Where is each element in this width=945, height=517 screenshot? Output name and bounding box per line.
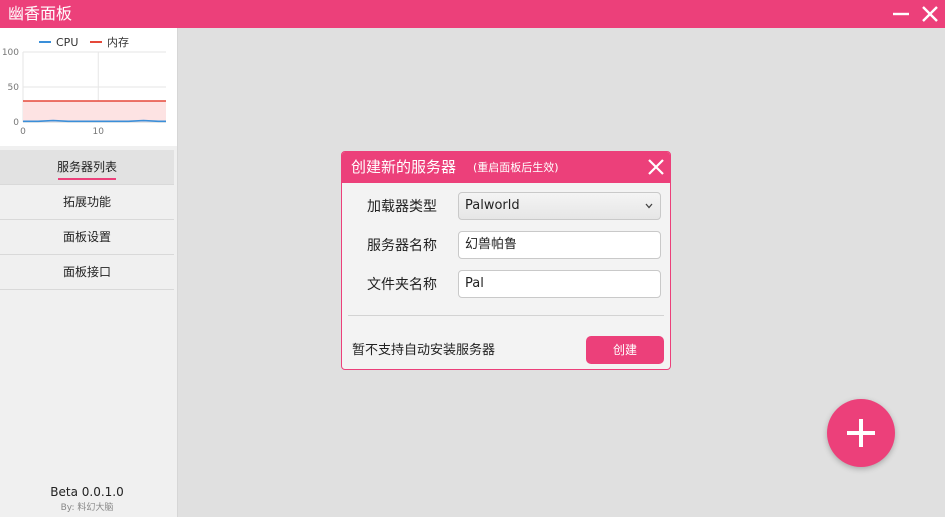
series-area [23,101,166,122]
folder-name-label: 文件夹名称 [367,277,437,293]
y-tick-label: 50 [8,83,20,93]
title-bar: 幽香面板 [0,0,945,28]
close-icon [648,159,664,175]
server-name-label: 服务器名称 [367,238,437,254]
version-label: Beta 0.0.1.0 [50,485,124,499]
dialog-divider [348,315,664,316]
usage-chart-svg: 100 50 00 10 CPU 内存 [2,35,166,137]
server-name-input[interactable]: 幻兽帕鲁 [458,231,661,259]
sidebar-item-label: 服务器列表 [56,160,117,174]
minimize-icon [893,12,909,16]
loader-type-value: Palworld [465,198,520,213]
sidebar-item-label: 面板接口 [62,265,111,279]
series-line [23,119,166,123]
sidebar-item-label: 拓展功能 [62,195,111,209]
y-tick-label: 100 [2,48,19,58]
dialog-close-button[interactable] [645,156,667,178]
loader-type-select[interactable]: Palworld [458,192,661,220]
chevron-down-icon [644,201,654,211]
usage-chart: 100 50 0 0 10 CPU 内存 [0,28,177,146]
sidebar-item-label: 面板设置 [62,230,111,244]
sidebar-item-extensions[interactable]: 拓展功能 [0,185,174,220]
close-button[interactable] [918,2,942,26]
server-name-value: 幻兽帕鲁 [465,237,518,252]
app-title: 幽香面板 [8,4,73,23]
add-server-button[interactable] [827,399,895,467]
x-tick-label: 10 [93,127,105,137]
author-label: By: 料幻大脑 [60,503,114,513]
sidebar-item-panel-api[interactable]: 面板接口 [0,255,174,290]
dialog-subtitle: (重启面板后生效) [473,161,559,174]
sidebar-item-server-list[interactable]: 服务器列表 [0,150,174,185]
y-tick-label: 0 [13,118,19,128]
auto-install-notice: 暂不支持自动安装服务器 [352,343,496,358]
plus-icon [847,419,875,447]
sidebar-item-panel-settings[interactable]: 面板设置 [0,220,174,255]
dialog-title: 创建新的服务器 [351,158,457,176]
create-server-dialog: 创建新的服务器 (重启面板后生效) 加载器类型 Palworld 服务器名称 幻… [341,151,671,370]
active-indicator [58,178,116,180]
sidebar-nav: 服务器列表 拓展功能 面板设置 面板接口 [0,150,174,290]
legend-label: CPU [56,36,78,49]
minimize-button[interactable] [889,2,913,26]
sidebar: 100 50 0 0 10 CPU 内存 服务器列表 拓展功能 面板设置 面板接口 Beta… [0,28,178,517]
create-button[interactable]: 创建 [586,336,664,364]
loader-type-label: 加载器类型 [367,199,437,215]
legend-label: 内存 [107,35,129,49]
close-icon [922,6,938,22]
x-tick-label: 0 [20,127,26,137]
folder-name-input[interactable]: Pal [458,270,661,298]
dialog-header: 创建新的服务器 (重启面板后生效) [342,152,670,183]
folder-name-value: Pal [465,276,484,291]
